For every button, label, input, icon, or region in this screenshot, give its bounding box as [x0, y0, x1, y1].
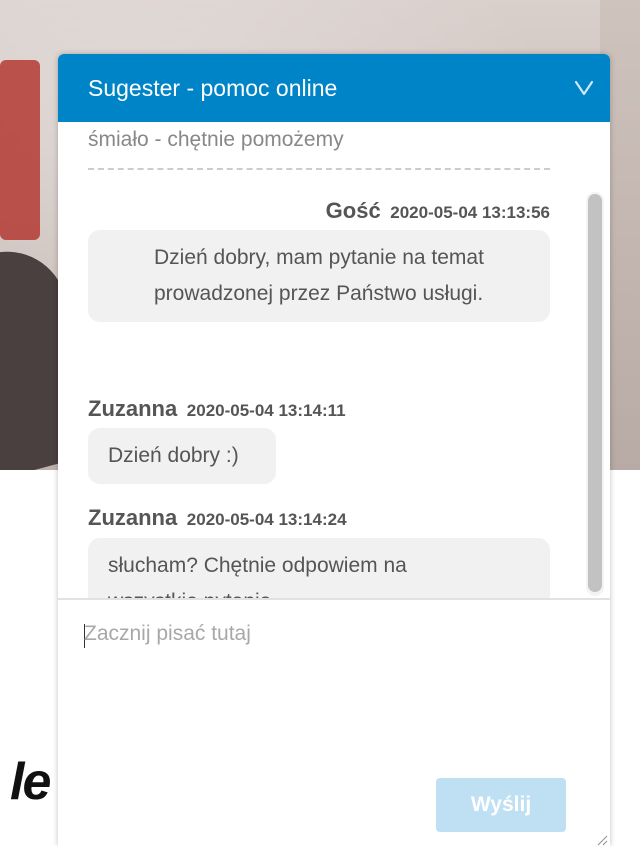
message-author: Gość: [325, 198, 381, 223]
message-timestamp: 2020-05-04 13:14:11: [186, 401, 346, 420]
message-text-line: Dzień dobry :): [108, 444, 239, 467]
message-composer: Wyślij: [58, 598, 610, 846]
message-text-line: słucham? Chętnie odpowiem na: [108, 554, 407, 577]
intro-text: śmiało - chętnie pomożemy: [88, 128, 550, 170]
message-meta: Zuzanna 2020-05-04 13:14:11: [88, 396, 346, 422]
message-bubble: słucham? Chętnie odpowiem na wszystkie p…: [88, 538, 550, 598]
message-bubble: Dzień dobry :): [88, 428, 276, 484]
background-logo: le: [10, 753, 51, 811]
message-bubble: Dzień dobry, mam pytanie na temat prowad…: [88, 230, 550, 322]
message-meta: Zuzanna 2020-05-04 13:14:24: [88, 505, 347, 531]
chat-title: Sugester - pomoc online: [88, 74, 338, 101]
message-author: Zuzanna: [88, 505, 178, 530]
message-timestamp: 2020-05-04 13:14:24: [186, 510, 347, 529]
message-text-line: prowadzonej przez Państwo usługi.: [154, 282, 484, 305]
background-shape: [0, 60, 40, 240]
message-input[interactable]: [84, 622, 584, 772]
scrollbar-thumb[interactable]: [588, 194, 602, 592]
message-timestamp: 2020-05-04 13:13:56: [390, 203, 550, 222]
message-author: Zuzanna: [88, 396, 178, 421]
chat-widget: Sugester - pomoc online śmiało - chętnie…: [58, 54, 610, 846]
message-list[interactable]: śmiało - chętnie pomożemy Gość 2020-05-0…: [58, 122, 610, 598]
message-text-line: Dzień dobry, mam pytanie na temat: [154, 246, 484, 269]
chevron-down-icon[interactable]: [572, 76, 596, 100]
send-button[interactable]: Wyślij: [436, 778, 566, 832]
message-text-line: wszystkie pytania: [108, 584, 530, 598]
chat-header[interactable]: Sugester - pomoc online: [58, 54, 610, 122]
message-meta: Gość 2020-05-04 13:13:56: [326, 198, 550, 224]
resize-grip-icon[interactable]: [594, 832, 608, 846]
